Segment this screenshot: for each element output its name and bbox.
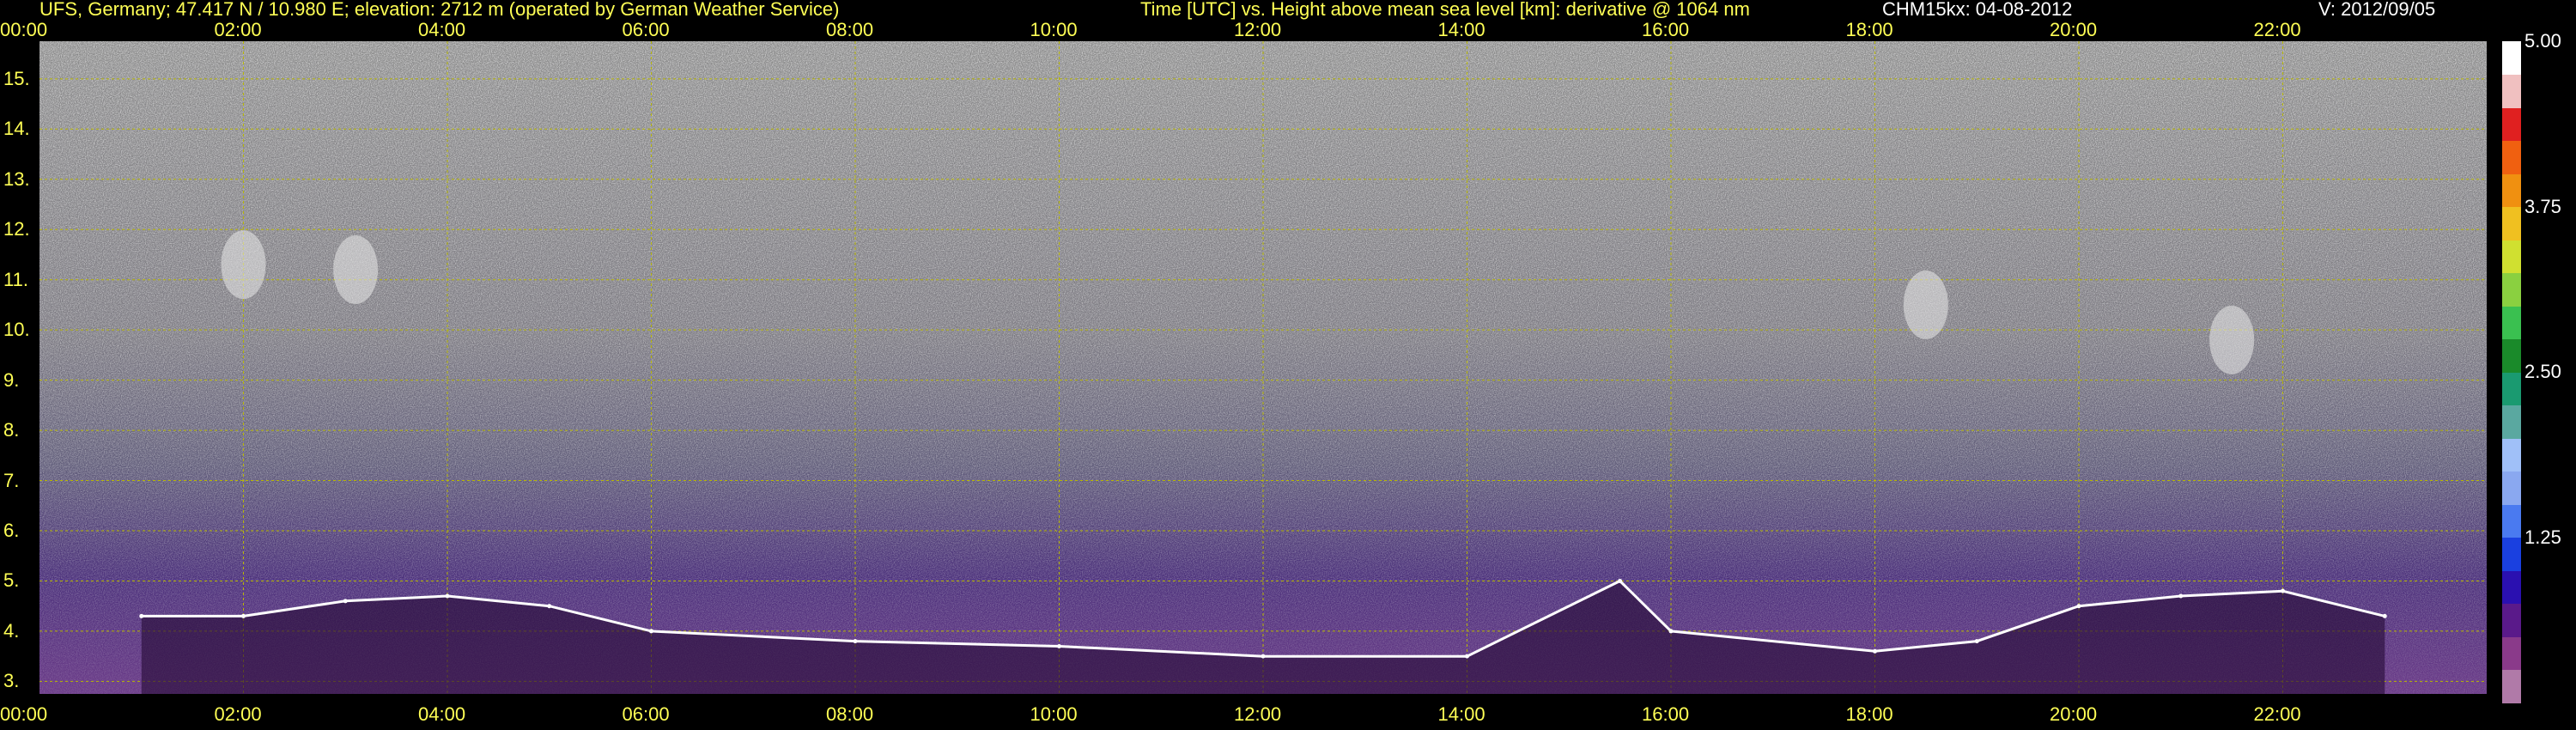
chart-svg (39, 41, 2487, 694)
y-tick-label: 5. (3, 569, 20, 592)
colorbar-segment (2502, 603, 2521, 637)
x-tick-label-top: 20:00 (2050, 19, 2098, 40)
layer-point (343, 599, 348, 604)
colorbar-segment (2502, 240, 2521, 274)
x-tick-label-top: 16:00 (1642, 19, 1690, 40)
y-tick-label: 10. (3, 319, 30, 341)
x-tick-label-top: 00:00 (0, 19, 48, 40)
x-tick-label-top: 06:00 (622, 19, 670, 40)
x-tick-label-top: 14:00 (1437, 19, 1485, 40)
colorbar-segment (2502, 74, 2521, 108)
x-tick-label-top: 04:00 (418, 19, 466, 40)
y-tick-label: 8. (3, 419, 20, 441)
x-tick-label-bottom: 14:00 (1437, 703, 1485, 725)
colorbar-segment (2502, 206, 2521, 240)
x-tick-label-top: 08:00 (826, 19, 874, 40)
x-tick-label-bottom: 10:00 (1030, 703, 1078, 725)
layer-point (2281, 588, 2285, 593)
colorbar-segment (2502, 338, 2521, 373)
cirrus-feature (1903, 270, 1948, 339)
cirrus-feature (2209, 305, 2255, 374)
layer-point (1057, 643, 1061, 648)
header-site: UFS, Germany; 47.417 N / 10.980 E; eleva… (39, 0, 840, 20)
y-tick-label: 15. (3, 67, 30, 89)
layer-point (649, 629, 653, 634)
layer-point (1873, 648, 1877, 654)
layer-point (1668, 629, 1674, 634)
layer-point (241, 613, 246, 618)
colorbar-segment (2502, 537, 2521, 571)
x-tick-label-top: 02:00 (214, 19, 262, 40)
x-tick-label-bottom: 00:00 (0, 703, 48, 725)
colorbar-tick-label: 5.00 (2524, 30, 2561, 52)
colorbar-segment (2502, 372, 2521, 406)
colorbar-segment (2502, 41, 2521, 76)
layer-point (139, 613, 144, 618)
layer-point (1618, 578, 1623, 583)
colorbar-segment (2502, 272, 2521, 307)
y-tick-label: 3. (3, 670, 20, 692)
y-tick-label: 13. (3, 167, 30, 190)
header-instrument: CHM15kx: 04-08-2012 (1882, 0, 2073, 20)
colorbar-segment (2502, 173, 2521, 208)
ceilometer-plot (39, 41, 2487, 694)
colorbar-segment (2502, 107, 2521, 142)
x-tick-label-bottom: 22:00 (2253, 703, 2301, 725)
layer-point (1465, 654, 1469, 659)
layer-point (1261, 654, 1266, 659)
layer-point (2076, 604, 2081, 609)
colorbar-segment (2502, 140, 2521, 174)
colorbar-tick-label: 3.75 (2524, 195, 2561, 217)
header-version: V: 2012/09/05 (2318, 0, 2436, 20)
y-tick-label: 14. (3, 118, 30, 140)
y-tick-label: 11. (3, 268, 28, 290)
x-tick-label-bottom: 02:00 (214, 703, 262, 725)
layer-point (2178, 593, 2184, 599)
colorbar-segment (2502, 669, 2521, 703)
x-tick-label-bottom: 20:00 (2050, 703, 2098, 725)
x-tick-label-top: 10:00 (1030, 19, 1078, 40)
x-tick-label-bottom: 04:00 (418, 703, 466, 725)
colorbar-tick-label: 1.25 (2524, 526, 2561, 548)
colorbar-segment (2502, 636, 2521, 671)
layer-point (2382, 613, 2387, 618)
y-tick-label: 9. (3, 368, 20, 391)
x-tick-label-bottom: 16:00 (1642, 703, 1690, 725)
x-tick-label-top: 22:00 (2253, 19, 2301, 40)
x-tick-label-bottom: 06:00 (622, 703, 670, 725)
x-tick-label-bottom: 08:00 (826, 703, 874, 725)
colorbar-segment (2502, 504, 2521, 538)
layer-point (853, 639, 858, 644)
cirrus-feature (221, 230, 266, 300)
colorbar-segment (2502, 570, 2521, 605)
layer-point (547, 604, 552, 609)
x-tick-label-bottom: 18:00 (1845, 703, 1893, 725)
colorbar-tick-label: 2.50 (2524, 361, 2561, 382)
colorbar-segment (2502, 306, 2521, 340)
cirrus-feature (333, 235, 379, 304)
x-tick-label-top: 18:00 (1845, 19, 1893, 40)
y-tick-label: 4. (3, 619, 20, 642)
colorbar-segment (2502, 471, 2521, 505)
colorbar-segment (2502, 438, 2521, 472)
y-tick-label: 6. (3, 520, 20, 541)
x-tick-label-top: 12:00 (1234, 19, 1282, 40)
x-tick-label-bottom: 12:00 (1234, 703, 1282, 725)
y-tick-label: 12. (3, 218, 30, 240)
layer-point (1974, 639, 1979, 644)
y-tick-label: 7. (3, 469, 20, 491)
header-axes-description: Time [UTC] vs. Height above mean sea lev… (1140, 0, 1750, 20)
colorbar-segment (2502, 405, 2521, 439)
layer-point (445, 593, 450, 599)
